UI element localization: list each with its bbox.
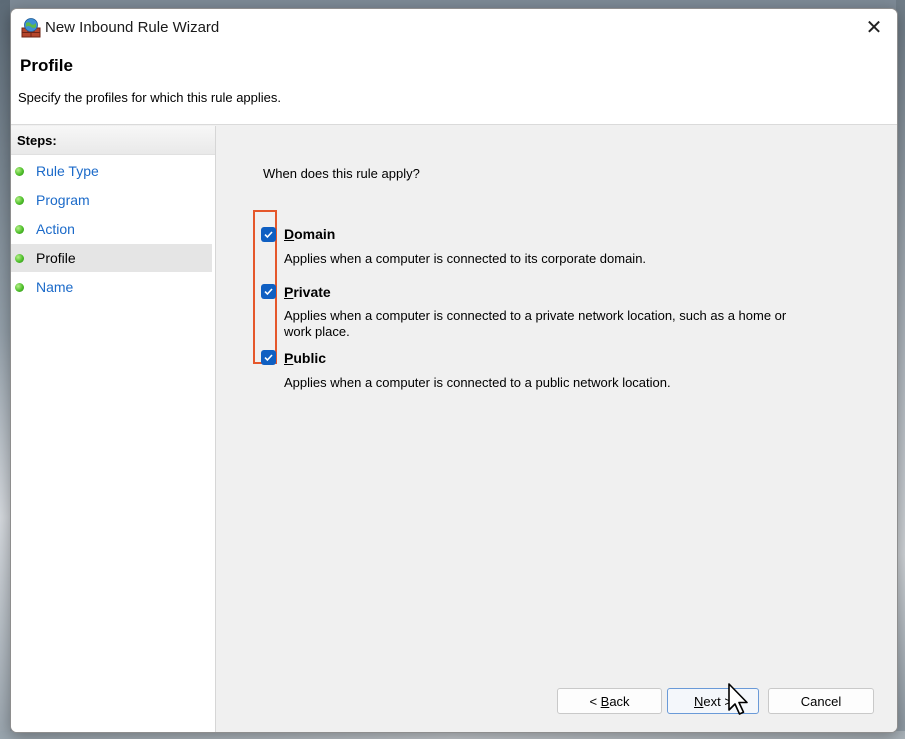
checkmark-icon (264, 354, 273, 362)
steps-heading: Steps: (11, 126, 215, 155)
window-title: New Inbound Rule Wizard (45, 19, 220, 36)
step-status-dot-icon (15, 254, 24, 263)
checkmark-icon (264, 288, 273, 296)
mouse-pointer-icon (728, 683, 748, 715)
step-profile: Profile (11, 244, 212, 272)
profile-content: When does this rule apply? Domain Applie… (217, 126, 897, 732)
step-label: Name (36, 279, 74, 295)
step-rule-type[interactable]: Rule Type (11, 157, 212, 185)
firewall-app-icon (21, 18, 41, 38)
step-label: Action (36, 221, 75, 237)
private-label[interactable]: Private (284, 284, 331, 300)
wizard-window: New Inbound Rule Wizard ✕ Profile Specif… (10, 8, 898, 733)
question-text: When does this rule apply? (263, 166, 420, 181)
step-action[interactable]: Action (11, 215, 212, 243)
step-label: Profile (36, 250, 76, 266)
wizard-header: Profile Specify the profiles for which t… (11, 46, 897, 125)
step-label: Rule Type (36, 163, 99, 179)
step-status-dot-icon (15, 167, 24, 176)
back-button[interactable]: < Back (557, 688, 662, 714)
cancel-button[interactable]: Cancel (768, 688, 874, 714)
step-name[interactable]: Name (11, 273, 212, 301)
desktop-background-left (0, 0, 10, 739)
step-label: Program (36, 192, 90, 208)
title-bar[interactable]: New Inbound Rule Wizard ✕ (11, 9, 897, 46)
private-checkbox[interactable] (261, 284, 276, 299)
step-status-dot-icon (15, 196, 24, 205)
domain-label[interactable]: Domain (284, 226, 335, 242)
close-button[interactable]: ✕ (851, 9, 897, 46)
checkmark-icon (264, 231, 273, 239)
public-description: Applies when a computer is connected to … (284, 375, 671, 390)
public-checkbox[interactable] (261, 350, 276, 365)
public-label[interactable]: Public (284, 350, 326, 366)
private-description: Applies when a computer is connected to … (284, 308, 787, 339)
steps-heading-label: Steps: (17, 133, 57, 148)
step-status-dot-icon (15, 283, 24, 292)
step-program[interactable]: Program (11, 186, 212, 214)
domain-description: Applies when a computer is connected to … (284, 251, 647, 266)
domain-checkbox[interactable] (261, 227, 276, 242)
page-title: Profile (20, 56, 73, 75)
step-status-dot-icon (15, 225, 24, 234)
close-icon: ✕ (865, 17, 883, 39)
page-subtitle: Specify the profiles for which this rule… (18, 90, 282, 105)
steps-pane: Steps: Rule Type Program Action Profile … (11, 126, 216, 732)
